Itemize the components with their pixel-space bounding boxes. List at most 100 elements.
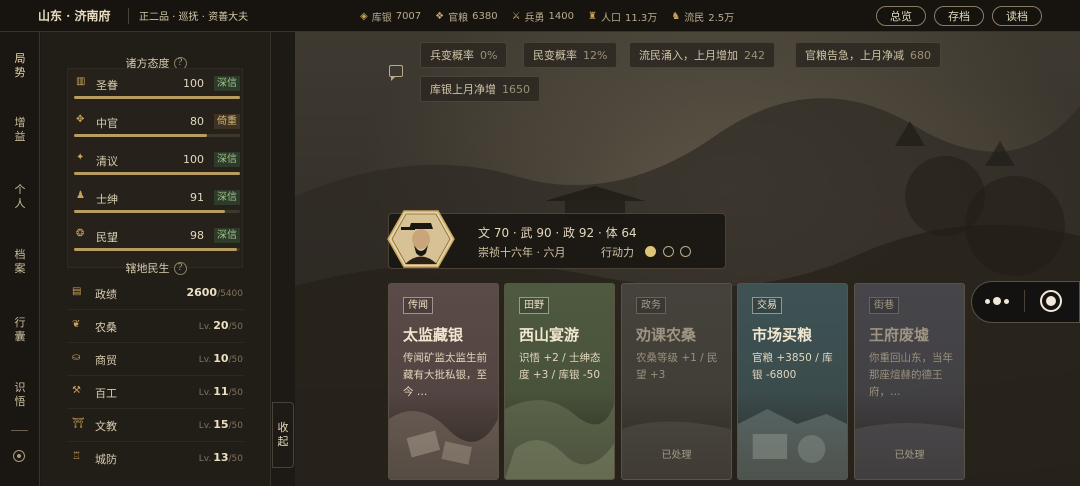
card-title: 西山宴游 <box>519 326 580 344</box>
attitude-bar-fill <box>74 210 226 213</box>
status-badge: 倚重 <box>214 114 240 129</box>
status-chip: 库银上月净增 1650 <box>420 76 540 102</box>
event-card[interactable]: 政务 劝课农桑 农桑等级 +1 / 民望 +3 已处理 <box>621 283 732 480</box>
defense-icon: ♖ <box>72 451 81 462</box>
resource-grain: ❖ 官粮 6380 <box>435 10 498 24</box>
attitude-row: ♟ 士绅 91 深信 <box>74 189 240 213</box>
nav-divider <box>11 430 28 431</box>
province-row: ⛀ 商贸 Lv. 10/50 <box>67 343 243 376</box>
card-tag: 田野 <box>519 297 549 314</box>
status-panel: 诸方态度 ? ▥ 圣眷 100 深信 ✥ 中官 80 倚重 ✦ 清议 100 深… <box>41 32 271 486</box>
province-row: ♖ 城防 Lv. 13/50 <box>72 451 243 466</box>
emperor-icon: ▥ <box>76 76 86 87</box>
grain-icon: ❖ <box>435 10 445 22</box>
card-title: 市场买粮 <box>752 326 813 344</box>
eunuch-icon: ✥ <box>76 114 85 125</box>
status-chip: 官粮告急，上月净减 680 <box>795 42 941 68</box>
nav-item-bag[interactable]: 行囊 <box>0 316 40 344</box>
nav-item-buffs[interactable]: 增益 <box>0 116 40 144</box>
top-bar: 山东 · 济南府 正二品 · 巡抚 · 资善大夫 ◈ 库银 7007 ❖ 官粮 6380… <box>0 0 1080 32</box>
attitude-bar <box>74 210 240 213</box>
card-tag: 政务 <box>636 297 666 314</box>
merit-icon: ▤ <box>72 286 82 297</box>
card-tag: 传闻 <box>403 297 433 314</box>
attitude-bar-fill <box>74 248 237 251</box>
attitude-row: ▥ 圣眷 100 深信 <box>74 75 240 99</box>
attitude-bar <box>74 172 240 175</box>
left-nav: 局势 增益 个人 档案 行囊 识悟 <box>0 32 40 486</box>
resource-silver: ◈ 库银 7007 <box>360 10 422 24</box>
card-illustration <box>738 409 847 479</box>
collapse-button[interactable]: 收 起 <box>272 402 294 468</box>
card-status: 已处理 <box>894 450 925 461</box>
card-illustration <box>622 421 731 479</box>
portrait-avatar[interactable] <box>387 209 455 269</box>
target-icon[interactable] <box>13 450 25 462</box>
divider <box>1024 290 1025 312</box>
event-card[interactable]: 街巷 王府废墟 你重回山东，当年那座煊赫的德王府，… 已处理 <box>854 283 965 480</box>
attitude-bar <box>74 248 240 251</box>
province-row: ▤ 政绩 2600/5400 <box>67 277 243 310</box>
province-row: ⚒ 百工 Lv. 11/50 <box>67 376 243 409</box>
status-chip: 民变概率 12% <box>523 42 618 68</box>
card-description: 官粮 +3850 / 库银 -6800 <box>752 352 833 381</box>
help-icon[interactable]: ? <box>173 261 187 275</box>
close-target-icon[interactable] <box>1040 290 1062 312</box>
resource-bar: ◈ 库银 7007 ❖ 官粮 6380 ⚔ 兵勇 1400 ♜ 人口 11.3万 ♞ 流民 2.5万 <box>360 0 734 32</box>
attitude-row: ✥ 中官 80 倚重 <box>74 113 240 137</box>
action-point-dot <box>680 246 691 257</box>
divider <box>128 7 129 24</box>
attitude-bar-fill <box>74 172 240 175</box>
character-stats: 文 70 · 武 90 · 政 92 · 体 64 <box>478 226 637 240</box>
card-tag: 街巷 <box>869 297 899 314</box>
attitude-bar <box>74 96 240 99</box>
status-badge: 深信 <box>214 152 240 167</box>
card-description: 农桑等级 +1 / 民望 +3 <box>636 352 718 381</box>
card-title: 劝课农桑 <box>636 326 697 344</box>
event-card[interactable]: 田野 西山宴游 识悟 +2 / 士绅态度 +3 / 库银 -50 <box>504 283 615 480</box>
event-card[interactable]: 传闻 太监藏银 传闻矿监太监生前藏有大批私银，至今 … <box>388 283 499 480</box>
nav-item-personal[interactable]: 个人 <box>0 183 40 211</box>
refugee-icon: ♞ <box>671 10 681 22</box>
event-card[interactable]: 交易 市场买粮 官粮 +3850 / 库银 -6800 <box>737 283 848 480</box>
scholar-icon: ✦ <box>76 152 85 163</box>
craft-icon: ⚒ <box>72 385 81 396</box>
education-icon: ⛩ <box>72 418 85 429</box>
agriculture-icon: ❦ <box>72 319 81 330</box>
attitude-bar <box>74 134 240 137</box>
province-title: 辖地民生 ? <box>41 260 271 276</box>
soldier-icon: ⚔ <box>511 10 521 22</box>
game-date: 崇祯十六年 · 六月 <box>478 246 566 259</box>
resource-soldiers: ⚔ 兵勇 1400 <box>511 10 574 24</box>
attitude-bar-fill <box>74 96 240 99</box>
nav-item-insight[interactable]: 识悟 <box>0 381 40 409</box>
nav-item-situation[interactable]: 局势 <box>0 52 40 80</box>
more-icon[interactable] <box>985 297 1009 305</box>
status-badge: 深信 <box>214 190 240 205</box>
card-description: 识悟 +2 / 士绅态度 +3 / 库银 -50 <box>519 352 601 381</box>
status-badge: 深信 <box>214 76 240 91</box>
attitude-row: ✦ 清议 100 深信 <box>74 151 240 175</box>
attitudes-list: ▥ 圣眷 100 深信 ✥ 中官 80 倚重 ✦ 清议 100 深信 ♟ 士绅 … <box>67 68 243 268</box>
chat-icon[interactable] <box>389 65 403 81</box>
silver-icon: ◈ <box>360 10 368 22</box>
nav-item-archive[interactable]: 档案 <box>0 248 40 276</box>
status-chip: 兵变概率 0% <box>420 42 508 68</box>
action-points-label: 行动力 <box>601 246 634 259</box>
trade-icon: ⛀ <box>72 352 81 363</box>
province-row: ❦ 农桑 Lv. 20/50 <box>67 310 243 343</box>
action-point-dot <box>663 246 674 257</box>
save-button[interactable]: 存档 <box>934 6 984 26</box>
card-title: 太监藏银 <box>403 326 464 344</box>
population-icon: ♜ <box>588 10 597 22</box>
province-row: ⛩ 文教 Lv. 15/50 <box>67 409 243 442</box>
attitude-bar-fill <box>74 134 207 137</box>
resource-population: ♜ 人口 11.3万 <box>588 10 658 24</box>
top-buttons: 总览 存档 读档 <box>876 6 1042 26</box>
gentry-icon: ♟ <box>76 190 85 201</box>
card-title: 王府废墟 <box>869 326 930 344</box>
overview-button[interactable]: 总览 <box>876 6 926 26</box>
card-tag: 交易 <box>752 297 782 314</box>
load-button[interactable]: 读档 <box>992 6 1042 26</box>
resource-refugees: ♞ 流民 2.5万 <box>671 10 735 24</box>
